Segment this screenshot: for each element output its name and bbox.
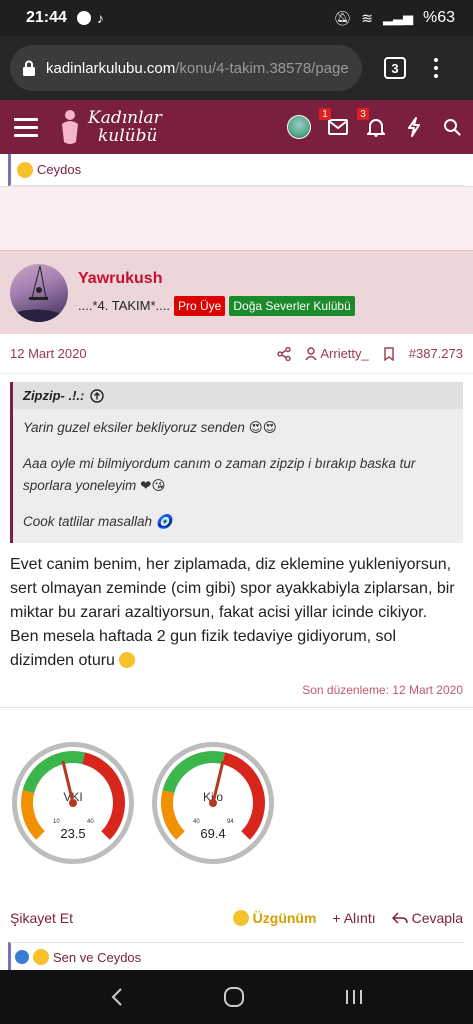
author-name[interactable]: Yawrukush xyxy=(78,270,355,288)
sad-emoji-icon xyxy=(17,161,33,178)
notification-icon: ♪ xyxy=(96,10,104,26)
heart-eyes-emoji-icon: 😍😍 xyxy=(248,420,277,435)
tab-switcher-button[interactable]: 3 xyxy=(384,57,406,79)
previous-post-reactions[interactable]: Ceydos xyxy=(8,154,465,186)
post-date[interactable]: 12 Mart 2020 xyxy=(10,346,87,361)
alerts-badge: 3 xyxy=(357,108,369,120)
quote-button[interactable]: + Alıntı xyxy=(332,910,375,926)
home-icon[interactable] xyxy=(223,986,245,1008)
address-bar[interactable]: kadinlarkulubu.com/konu/4-takim.38578/pa… xyxy=(10,45,362,91)
mute-icon: 🔕︎ xyxy=(333,9,352,26)
like-icon xyxy=(15,950,29,964)
gauge-max: 40 xyxy=(87,819,94,825)
author-avatar[interactable] xyxy=(10,263,68,322)
report-button[interactable]: Şikayet Et xyxy=(10,910,73,926)
sad-emoji-icon xyxy=(232,910,249,926)
user-avatar[interactable] xyxy=(287,115,311,139)
status-bar: 21:44 ♪ 🔕︎ ≋ ▂▃▅ %63 xyxy=(0,0,473,36)
browser-toolbar: kadinlarkulubu.com/konu/4-takim.38578/pa… xyxy=(0,36,473,100)
bookmark-icon[interactable] xyxy=(383,346,395,361)
share-icon[interactable] xyxy=(277,346,292,361)
messages-button[interactable]: 1 xyxy=(319,108,349,138)
lightning-icon xyxy=(408,117,420,137)
reaction-label: Üzgünüm xyxy=(252,910,317,926)
search-icon xyxy=(444,119,461,136)
user-icon xyxy=(305,346,317,360)
post-actions: Şikayet Et Üzgünüm + Alıntı Cevapla xyxy=(0,898,473,938)
logo-figure-icon xyxy=(62,110,78,144)
logo-line1: Kadınlar xyxy=(88,108,162,128)
quote-author: Zipzip- .!.: xyxy=(23,388,85,403)
url-host: kadinlarkulubu.com xyxy=(46,59,176,77)
post-number[interactable]: #387.273 xyxy=(409,346,463,361)
status-time: 21:44 xyxy=(26,9,67,26)
reply-button[interactable]: Cevapla xyxy=(391,910,463,926)
reactions-text: Sen ve Ceydos xyxy=(53,949,142,965)
gauge-hub xyxy=(209,799,217,807)
post-paragraph-2: Ben mesela haftada 2 gun fizik tedaviye … xyxy=(10,628,396,669)
reaction-button[interactable]: Üzgünüm xyxy=(232,910,317,926)
quote-line2: Aaa oyle mi bilmiyordum canım o zaman zi… xyxy=(23,456,416,493)
previous-reactions-text: Ceydos xyxy=(37,162,82,177)
lock-icon xyxy=(23,60,35,76)
messages-badge: 1 xyxy=(319,108,331,120)
hamburger-menu-icon[interactable] xyxy=(14,117,38,137)
post-body: Evet canim benim, her ziplamada, diz ekl… xyxy=(0,543,473,673)
gauges-row: VKI104023.5 Kilo409469.4 xyxy=(0,708,473,898)
post-meta: 12 Mart 2020 Arrietty_ #387.273 xyxy=(0,334,473,374)
reply-to-user[interactable]: Arrietty_ xyxy=(305,346,369,361)
back-icon[interactable] xyxy=(110,987,124,1007)
gauge-min: 10 xyxy=(53,819,60,825)
quote-body: Yarin guzel eksiler bekliyoruz senden 😍😍… xyxy=(13,409,463,543)
evil-eye-icon: 🧿 xyxy=(155,514,173,529)
site-header: Kadınlar kulübü 1 3 xyxy=(0,100,473,154)
battery-level: %63 xyxy=(422,9,455,26)
search-button[interactable] xyxy=(441,116,463,138)
reply-arrow-icon xyxy=(391,912,408,924)
browser-menu-icon[interactable] xyxy=(434,58,438,78)
sad-emoji-icon xyxy=(33,949,49,965)
heart-kiss-emoji-icon: ❤😘 xyxy=(140,478,166,493)
post-reactions[interactable]: Sen ve Ceydos xyxy=(8,942,465,970)
worried-emoji-icon xyxy=(119,652,136,668)
alerts-button[interactable]: 3 xyxy=(357,108,387,138)
quote-line3: Cook tatlilar masallah xyxy=(23,514,153,529)
bell-icon xyxy=(367,119,385,137)
post-separator xyxy=(0,186,473,250)
bmi-gauge: VKI104023.5 xyxy=(12,742,134,864)
club-badge: Doğa Severler Kulübü xyxy=(229,295,355,316)
gauge-max: 94 xyxy=(227,819,234,825)
recents-icon[interactable] xyxy=(344,988,364,1006)
gauge-value: 23.5 xyxy=(60,826,85,841)
logo-line2: kulübü xyxy=(98,126,158,146)
envelope-icon xyxy=(328,119,348,135)
url-path: /konu/4-takim.38578/page xyxy=(175,59,349,77)
post-author-block: Yawrukush ....*4. TAKIM*.... Pro Üye Doğ… xyxy=(0,250,473,334)
swing-silhouette-icon xyxy=(10,265,68,322)
quote-header[interactable]: Zipzip- .!.: xyxy=(13,382,463,409)
gauge-hub xyxy=(69,799,77,807)
thread-content: Ceydos Yawrukush ....*4. TAKIM*.... Pro … xyxy=(0,154,473,970)
wifi-icon: ≋ xyxy=(361,9,373,26)
spotify-icon xyxy=(76,11,91,25)
reply-label: Cevapla xyxy=(411,910,463,926)
signal-icon: ▂▃▅ xyxy=(382,10,413,25)
site-logo[interactable]: Kadınlar kulübü xyxy=(56,108,162,146)
pro-member-badge: Pro Üye xyxy=(174,295,226,316)
author-title: ....*4. TAKIM*.... xyxy=(78,298,170,313)
reply-to-name: Arrietty_ xyxy=(320,346,369,361)
post-paragraph-1: Evet canim benim, her ziplamada, diz ekl… xyxy=(10,556,455,621)
quote-block: Zipzip- .!.: Yarin guzel eksiler bekliyo… xyxy=(10,382,463,543)
arrow-up-circle-icon[interactable] xyxy=(90,388,105,403)
whats-new-button[interactable] xyxy=(403,116,425,138)
quote-line1: Yarin guzel eksiler bekliyoruz senden xyxy=(23,420,245,435)
gauge-min: 40 xyxy=(193,819,200,825)
weight-gauge: Kilo409469.4 xyxy=(152,742,274,864)
gauge-value: 69.4 xyxy=(200,826,225,841)
edited-note: Son düzenleme: 12 Mart 2020 xyxy=(0,673,473,708)
system-nav-bar xyxy=(0,970,473,1024)
